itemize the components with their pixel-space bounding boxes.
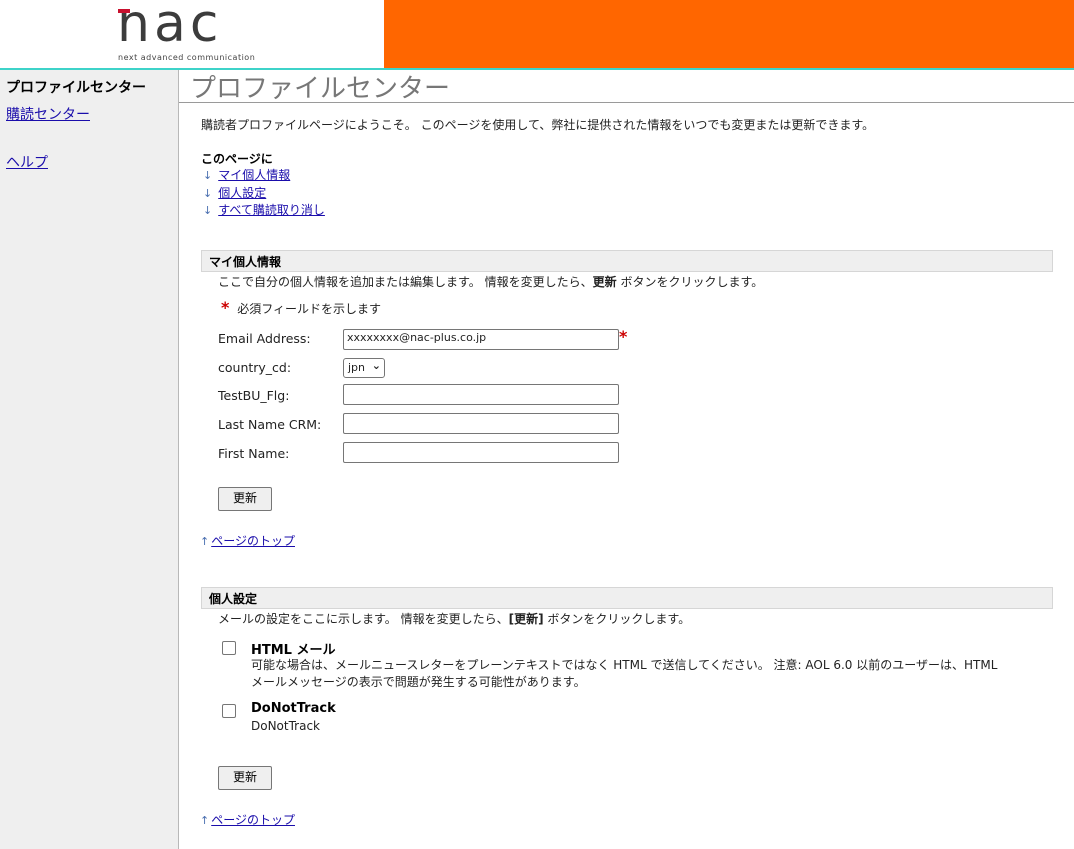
sidebar-link-subscription-center[interactable]: 購読センター [6,104,90,124]
country-value: jpn [348,361,366,374]
toc-item: ↓ 個人設定 [203,184,266,201]
logo-tagline: next advanced communication [118,53,256,62]
required-note-text: 必須フィールドを示します [237,302,381,316]
title-divider [179,102,1074,103]
back-to-top-1: ↑ ページのトップ [200,532,295,549]
first-name-label: First Name: [218,446,290,461]
update-preferences-button[interactable]: 更新 [218,766,272,790]
back-to-top-link[interactable]: ページのトップ [211,813,295,827]
toc-title: このページに [201,152,273,166]
site-header: nac next advanced communication [0,0,1074,70]
arrow-up-icon: ↑ [200,814,210,827]
donottrack-checkbox[interactable] [222,704,236,718]
chevron-down-icon: ⌄ [371,359,381,372]
instruction-bold: [更新] [508,612,544,626]
html-mail-description: 可能な場合は、メールニュースレターをプレーンテキストではなく HTML で送信し… [251,658,998,672]
personal-info-heading: マイ個人情報 [209,255,282,269]
back-to-top-link[interactable]: ページのトップ [211,534,295,548]
required-asterisk: * [221,298,230,317]
arrow-up-icon: ↑ [200,535,210,548]
nac-logo[interactable]: nac next advanced communication [117,0,282,64]
logo-wordmark: nac [117,0,223,54]
toc-item: ↓ マイ個人情報 [203,166,290,183]
toc-link-personal-info[interactable]: マイ個人情報 [218,168,290,182]
email-field[interactable]: xxxxxxxx@nac-plus.co.jp [343,329,619,350]
arrow-down-icon: ↓ [203,187,213,200]
html-mail-description: メールメッセージの表示で問題が発生する可能性があります。 [251,675,586,689]
last-name-label: Last Name CRM: [218,417,322,432]
page-title: プロファイルセンター [190,74,451,104]
required-note: * 必須フィールドを示します [221,298,381,317]
email-label: Email Address: [218,331,311,346]
instruction-text: ボタンをクリックします。 [543,612,691,626]
country-select[interactable]: jpn ⌄ [343,358,385,378]
arrow-down-icon: ↓ [203,169,213,182]
sidebar: プロファイルセンター 購読センター ヘルプ [0,70,179,849]
preferences-heading: 個人設定 [209,592,258,606]
arrow-down-icon: ↓ [203,204,213,217]
toc-link-unsubscribe-all[interactable]: すべて購読取り消し [218,203,325,217]
toc-link-preferences[interactable]: 個人設定 [218,186,266,200]
first-name-field[interactable] [343,442,619,463]
donottrack-title: DoNotTrack [251,701,336,716]
personal-info-instruction: ここで自分の個人情報を追加または編集します。 情報を変更したら、更新 ボタンをク… [218,273,763,290]
testbu-field[interactable] [343,384,619,405]
personal-info-section-header: マイ個人情報 [201,250,1053,272]
preferences-instruction: メールの設定をここに示します。 情報を変更したら、[更新] ボタンをクリックしま… [218,610,690,627]
email-value: xxxxxxxx@nac-plus.co.jp [347,331,487,344]
sidebar-link-help[interactable]: ヘルプ [6,152,48,172]
back-to-top-2: ↑ ページのトップ [200,811,295,828]
instruction-bold: 更新 [592,275,617,289]
toc-item: ↓ すべて購読取り消し [203,201,325,218]
instruction-text: メールの設定をここに示します。 情報を変更したら、 [218,612,509,626]
sidebar-title: プロファイルセンター [6,80,146,96]
country-label: country_cd: [218,360,292,375]
logo-accent [118,9,130,13]
preferences-section-header: 個人設定 [201,587,1053,609]
donottrack-description: DoNotTrack [251,719,321,733]
testbu-label: TestBU_Flg: [218,388,290,403]
last-name-field[interactable] [343,413,619,434]
html-mail-checkbox[interactable] [222,641,236,655]
welcome-text: 購読者プロファイルページにようこそ。 このページを使用して、弊社に提供された情報… [201,118,875,132]
instruction-text: ボタンをクリックします。 [616,275,764,289]
instruction-text: ここで自分の個人情報を追加または編集します。 情報を変更したら、 [218,275,593,289]
email-required-asterisk: * [619,327,628,346]
update-personal-button[interactable]: 更新 [218,487,272,511]
header-banner [384,0,1074,68]
